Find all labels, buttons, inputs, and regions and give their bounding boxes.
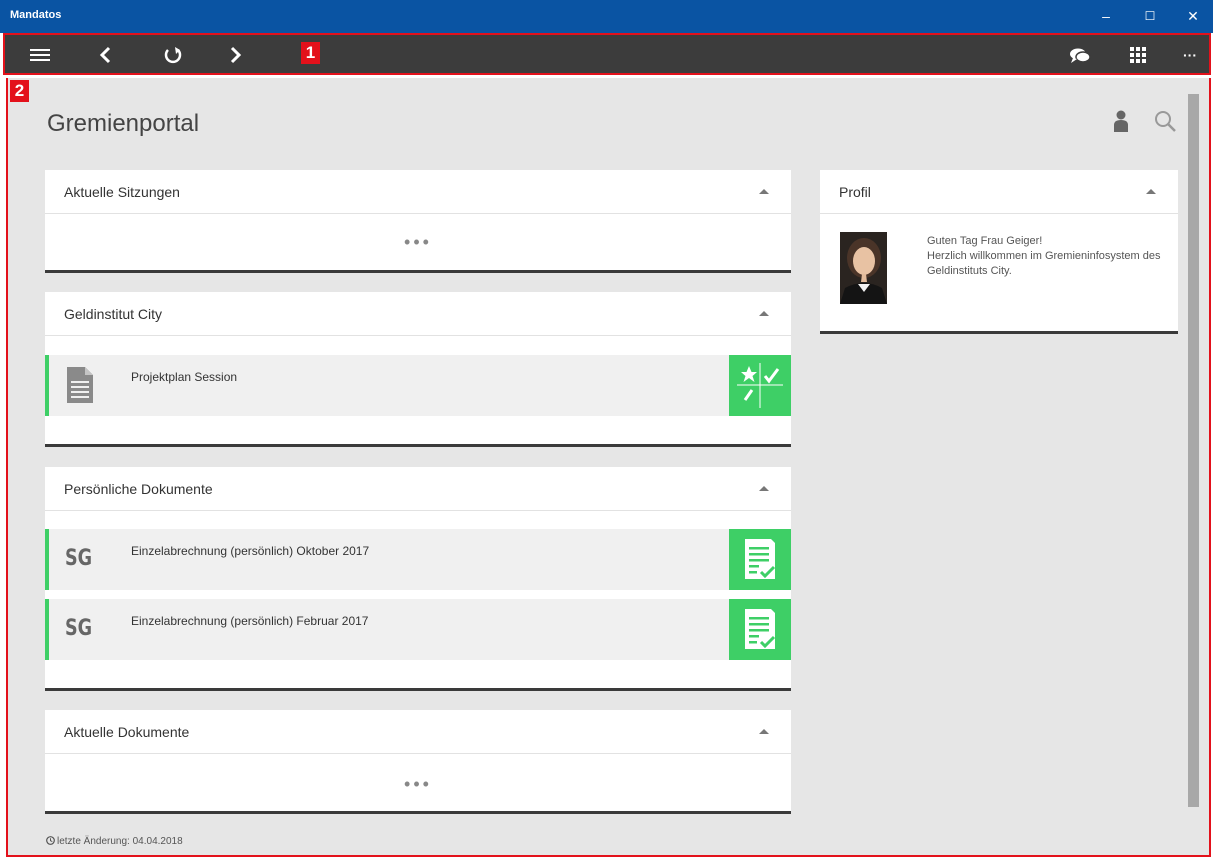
card-aktuelle-dokumente: Aktuelle Dokumente ••• [45, 710, 791, 814]
maximize-button[interactable]: ☐ [1140, 6, 1160, 26]
app-toolbar: 1 ··· [3, 33, 1211, 75]
collapse-icon[interactable] [759, 189, 769, 194]
card-geldinstitut-city: Geldinstitut City Projektplan Session [45, 292, 791, 447]
refresh-icon[interactable] [160, 42, 186, 68]
card-title: Aktuelle Sitzungen [64, 184, 180, 200]
rate-annotate-button[interactable] [729, 355, 791, 416]
document-title: Einzelabrechnung (persönlich) Oktober 20… [131, 544, 370, 558]
greeting-text: Guten Tag Frau Geiger! [927, 235, 1043, 247]
grid-icon[interactable] [1125, 42, 1151, 68]
page-title: Gremienportal [47, 110, 200, 137]
search-icon[interactable] [1154, 110, 1180, 136]
profile-photo [840, 232, 887, 304]
initials-avatar: SG [65, 616, 93, 641]
card-aktuelle-sitzungen: Aktuelle Sitzungen ••• [45, 170, 791, 273]
card-title: Persönliche Dokumente [64, 481, 213, 497]
document-title: Projektplan Session [131, 370, 238, 384]
loading-dots[interactable]: ••• [45, 774, 791, 795]
card-header: Persönliche Dokumente [45, 467, 791, 511]
card-profil: Profil Guten Tag Frau Geiger! Herzlich w… [820, 170, 1178, 334]
card-title: Aktuelle Dokumente [64, 724, 190, 740]
title-bar: Mandatos – ☐ ✕ [0, 0, 1213, 33]
document-row[interactable]: SG Einzelabrechnung (persönlich) Februar… [45, 599, 791, 660]
chevron-right-icon[interactable] [222, 42, 248, 68]
last-change-footer: letzte Änderung: 04.04.2018 [46, 836, 183, 848]
last-change-text: letzte Änderung: 04.04.2018 [57, 836, 183, 847]
approve-document-button[interactable] [729, 529, 791, 590]
collapse-icon[interactable] [759, 311, 769, 316]
annotation-badge-2: 2 [10, 80, 29, 102]
minimize-button[interactable]: – [1096, 6, 1116, 26]
card-header: Profil [820, 170, 1178, 214]
collapse-icon[interactable] [759, 729, 769, 734]
card-title: Geldinstitut City [64, 306, 163, 322]
loading-dots[interactable]: ••• [45, 232, 791, 253]
vertical-scrollbar[interactable] [1188, 94, 1199, 807]
clock-icon [46, 836, 55, 848]
document-icon [67, 367, 93, 408]
user-icon[interactable] [1113, 110, 1133, 134]
annotation-badge-1: 1 [301, 42, 320, 64]
window-title: Mandatos [10, 9, 62, 21]
chevron-left-icon[interactable] [93, 42, 119, 68]
initials-avatar: SG [65, 546, 93, 571]
more-button[interactable]: ··· [1177, 42, 1203, 68]
document-row[interactable]: SG Einzelabrechnung (persönlich) Oktober… [45, 529, 791, 590]
card-header: Geldinstitut City [45, 292, 791, 336]
close-button[interactable]: ✕ [1183, 6, 1203, 26]
hamburger-icon[interactable] [27, 42, 53, 68]
collapse-icon[interactable] [1146, 189, 1156, 194]
chat-icon[interactable] [1067, 42, 1093, 68]
document-row[interactable]: Projektplan Session [45, 355, 791, 416]
card-title: Profil [839, 184, 871, 200]
document-title: Einzelabrechnung (persönlich) Februar 20… [131, 614, 369, 628]
card-header: Aktuelle Sitzungen [45, 170, 791, 214]
welcome-text: Herzlich willkommen im Gremieninfosystem… [927, 250, 1161, 277]
card-header: Aktuelle Dokumente [45, 710, 791, 754]
collapse-icon[interactable] [759, 486, 769, 491]
card-persoenliche-dokumente: Persönliche Dokumente SG Einzelabrechnun… [45, 467, 791, 691]
approve-document-button[interactable] [729, 599, 791, 660]
profile-text: Guten Tag Frau Geiger! Herzlich willkomm… [927, 234, 1163, 279]
